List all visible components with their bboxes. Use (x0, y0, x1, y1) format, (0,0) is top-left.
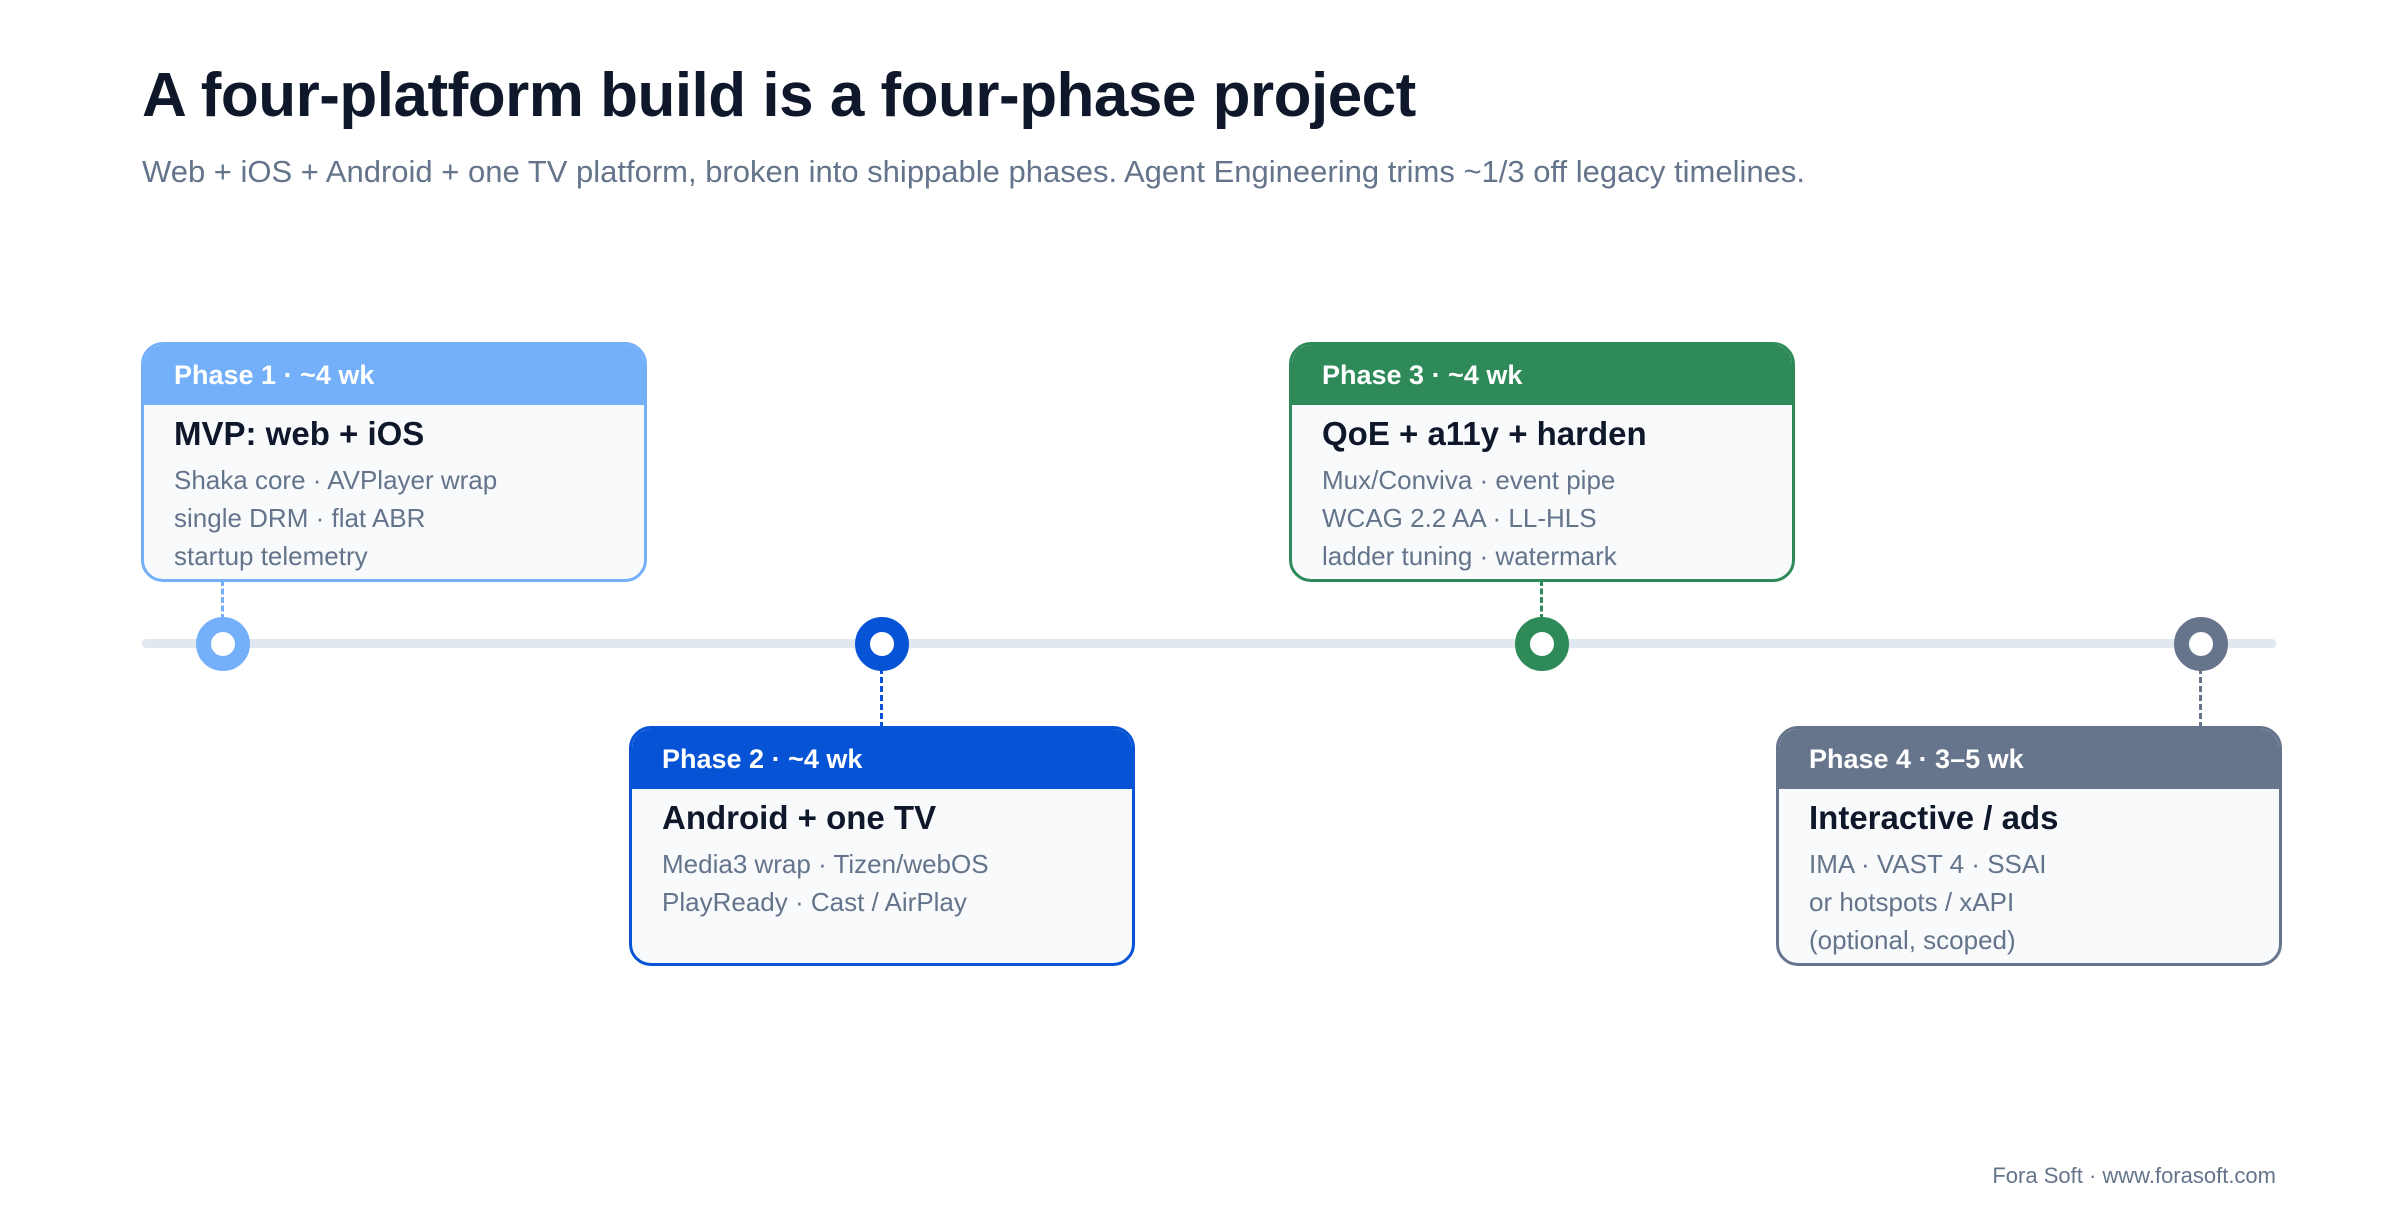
phase-1-detail-line: Shaka core · AVPlayer wrap (174, 465, 498, 495)
phase-2-node (855, 617, 909, 671)
timeline-page: A four-platform build is a four-phase pr… (0, 0, 2400, 1220)
phase-3-detail-line: WCAG 2.2 AA · LL-HLS (1322, 503, 1597, 533)
phase-4-detail-line: IMA · VAST 4 · SSAI (1809, 849, 2047, 879)
phase-1-title: MVP: web + iOS (174, 415, 425, 452)
phase-4-detail-line: (optional, scoped) (1809, 925, 2016, 955)
phase-4-connector (2199, 668, 2202, 728)
phase-4-node (2174, 617, 2228, 671)
phase-1-header: Phase 1 · ~4 wk (144, 345, 644, 405)
phase-2-header: Phase 2 · ~4 wk (632, 729, 1132, 789)
phase-4-card: Phase 4 · 3–5 wk Interactive / ads IMA ·… (1776, 726, 2282, 966)
phase-2-card: Phase 2 · ~4 wk Android + one TV Media3 … (629, 726, 1135, 966)
phase-1-card: Phase 1 · ~4 wk MVP: web + iOS Shaka cor… (141, 342, 647, 582)
phase-1-node (196, 617, 250, 671)
phase-2-title: Android + one TV (662, 799, 937, 836)
phase-4-details: IMA · VAST 4 · SSAI or hotspots / xAPI (… (1779, 837, 2279, 959)
phase-1-detail-line: single DRM · flat ABR (174, 503, 426, 533)
phase-4-header: Phase 4 · 3–5 wk (1779, 729, 2279, 789)
phase-3-header: Phase 3 · ~4 wk (1292, 345, 1792, 405)
page-title: A four-platform build is a four-phase pr… (142, 61, 1416, 130)
phase-4-title: Interactive / ads (1809, 799, 2059, 836)
phase-1-details: Shaka core · AVPlayer wrap single DRM · … (144, 453, 644, 575)
phase-1-connector (221, 580, 224, 620)
phase-3-node (1515, 617, 1569, 671)
phase-2-details: Media3 wrap · Tizen/webOS PlayReady · Ca… (632, 837, 1132, 921)
phase-1-detail-line: startup telemetry (174, 541, 368, 571)
phase-2-detail-line: PlayReady · Cast / AirPlay (662, 887, 967, 917)
timeline-track (142, 639, 2276, 648)
phase-3-detail-line: ladder tuning · watermark (1322, 541, 1617, 571)
phase-3-detail-line: Mux/Conviva · event pipe (1322, 465, 1616, 495)
phase-4-detail-line: or hotspots / xAPI (1809, 887, 2015, 917)
footer-credit: Fora Soft · www.forasoft.com (1992, 1163, 2276, 1188)
phase-2-detail-line: Media3 wrap · Tizen/webOS (662, 849, 989, 879)
phase-3-connector (1540, 580, 1543, 620)
page-subtitle: Web + iOS + Android + one TV platform, b… (142, 154, 1805, 189)
phase-2-connector (880, 668, 883, 728)
phase-3-card: Phase 3 · ~4 wk QoE + a11y + harden Mux/… (1289, 342, 1795, 582)
phase-3-details: Mux/Conviva · event pipe WCAG 2.2 AA · L… (1292, 453, 1792, 575)
phase-3-title: QoE + a11y + harden (1322, 415, 1647, 452)
